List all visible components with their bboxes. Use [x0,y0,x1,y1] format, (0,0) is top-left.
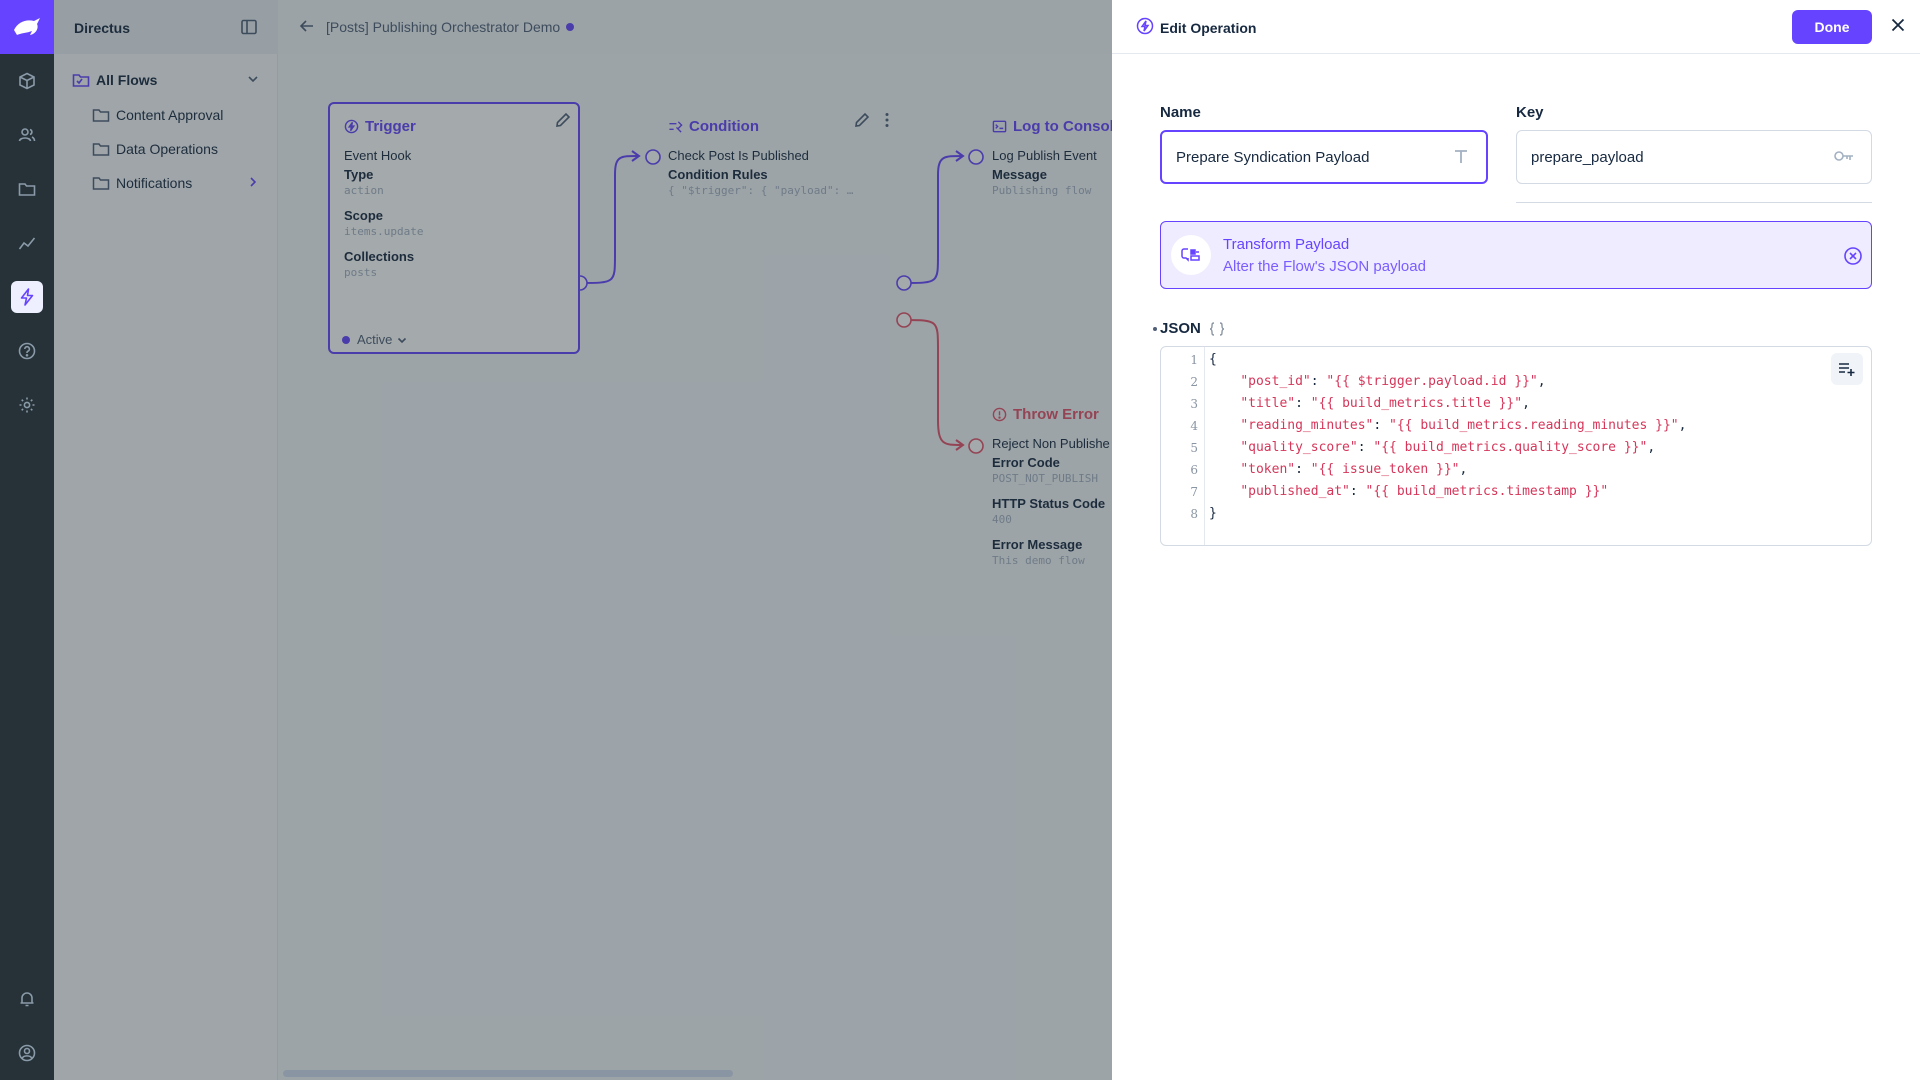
code-value: "{{ issue_token }}" [1310,462,1460,477]
code-text: } [1209,506,1217,521]
code-value: "{{ build_metrics.timestamp }}" [1365,484,1609,499]
line-number: 7 [1190,485,1198,499]
line-number: 5 [1190,441,1198,455]
code-value: "{{ $trigger.payload.id }}" [1326,374,1538,389]
code-text: , [1522,396,1530,411]
code-line: "quality_score": "{{ build_metrics.quali… [1240,440,1656,455]
code-key: "post_id" [1240,374,1311,389]
json-code-editor[interactable]: 1 2 3 4 5 6 7 8 { "post_id": "{{ $trigge… [1160,346,1872,546]
divider [1516,202,1872,203]
code-text: , [1537,374,1546,389]
code-text: { [1209,352,1217,367]
trigger-icon [1136,17,1154,40]
code-text: , [1647,440,1656,455]
braces-icon [1209,321,1224,336]
operation-type-name: Transform Payload [1223,236,1350,253]
line-number-gutter: 1 2 3 4 5 6 7 8 [1161,347,1205,545]
code-text: , [1459,462,1468,477]
code-key: "published_at" [1240,484,1350,499]
drawer-title: Edit Operation [1160,20,1257,36]
code-line: { [1209,352,1217,367]
line-number: 6 [1190,463,1198,477]
key-input[interactable]: prepare_payload [1516,130,1872,184]
horizontal-scrollbar[interactable] [283,1070,733,1077]
close-icon[interactable] [1888,15,1908,40]
insert-variable-button[interactable] [1831,353,1863,385]
code-key: "reading_minutes" [1240,418,1374,433]
json-label: JSON [1160,320,1225,337]
name-label: Name [1160,104,1201,121]
drawer-overlay[interactable] [54,0,1112,1080]
playlist-add-icon [1839,363,1855,376]
line-number: 1 [1190,353,1198,367]
code-key: "quality_score" [1240,440,1358,455]
done-button[interactable]: Done [1792,10,1872,44]
drawer-header: Edit Operation Done [1112,0,1920,54]
code-line: } [1209,506,1217,521]
code-value: "{{ build_metrics.title }}" [1310,396,1523,411]
key-input-value: prepare_payload [1531,148,1644,166]
code-line: "reading_minutes": "{{ build_metrics.rea… [1240,418,1687,433]
line-number: 4 [1190,419,1198,433]
name-input-value: Prepare Syndication Payload [1176,148,1370,166]
clear-circle-icon[interactable] [1843,246,1863,271]
code-line: "post_id": "{{ $trigger.payload.id }}", [1240,374,1546,389]
operation-type-card[interactable]: Transform Payload Alter the Flow's JSON … [1160,221,1872,289]
text-format-icon [1452,148,1470,170]
line-number: 3 [1190,397,1198,411]
line-number: 8 [1190,507,1198,521]
code-line: "token": "{{ issue_token }}", [1240,462,1468,477]
name-input[interactable]: Prepare Syndication Payload [1160,130,1488,184]
code-value: "{{ build_metrics.reading_minutes }}" [1389,418,1679,433]
code-value: "{{ build_metrics.quality_score }}" [1373,440,1648,455]
code-text: , [1678,418,1687,433]
json-label-text: JSON [1160,320,1201,337]
operation-type-description: Alter the Flow's JSON payload [1223,258,1426,275]
key-icon [1833,147,1855,169]
key-label: Key [1516,104,1544,121]
code-line: "published_at": "{{ build_metrics.timest… [1240,484,1609,499]
code-key: "token" [1240,462,1296,477]
code-line: "title": "{{ build_metrics.title }}", [1240,396,1530,411]
transform-payload-icon [1171,235,1211,275]
required-indicator [1153,327,1157,331]
line-number: 2 [1190,375,1198,389]
edit-operation-drawer: Edit Operation Done Name Prepare Syndica… [1112,0,1920,1080]
code-key: "title" [1240,396,1296,411]
